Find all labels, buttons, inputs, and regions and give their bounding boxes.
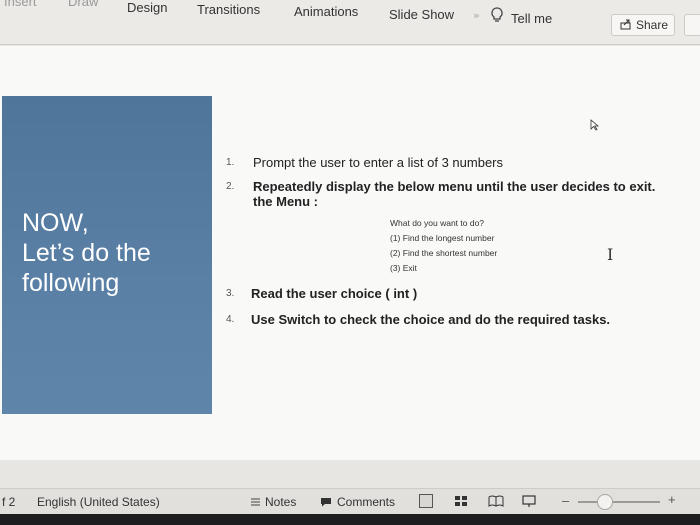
list-item-text: Repeatedly display the below menu until … — [253, 179, 656, 194]
menu-line: (1) Find the longest number — [390, 233, 495, 243]
title-line: NOW, — [22, 209, 89, 237]
tab-slide-show[interactable]: Slide Show — [389, 7, 454, 22]
tell-me-search[interactable]: Tell me — [511, 11, 552, 26]
list-number: 2. — [226, 181, 235, 192]
tab-design[interactable]: Design — [127, 0, 167, 15]
zoom-slider-thumb[interactable] — [597, 494, 613, 510]
list-number: 4. — [226, 314, 235, 325]
title-line: Let’s do the — [22, 239, 151, 267]
slide-sorter-icon[interactable] — [455, 496, 467, 506]
tab-animations[interactable]: Animations — [294, 4, 358, 19]
title-line: following — [22, 269, 120, 297]
menu-line: What do you want to do? — [390, 218, 485, 228]
list-item-text: Use Switch to check the choice and do th… — [251, 312, 611, 327]
status-bar: f 2 English (United States) Notes Commen… — [0, 488, 700, 515]
share-icon — [620, 19, 631, 30]
zoom-out-icon[interactable]: – — [562, 493, 569, 508]
list-item: Prompt the user to enter a list of 3 num… — [253, 154, 503, 172]
list-number: 1. — [226, 157, 235, 168]
text-cursor-icon: I — [607, 245, 614, 264]
tab-draw[interactable]: Draw — [68, 0, 98, 9]
tab-transitions[interactable]: Transitions — [197, 2, 260, 17]
chevron-double-right-icon[interactable]: » — [473, 9, 480, 22]
share-button[interactable]: Share — [611, 14, 675, 36]
comment-icon[interactable] — [320, 497, 332, 507]
lightbulb-icon[interactable] — [490, 7, 504, 23]
menu-line: (2) Find the shortest number — [390, 248, 498, 258]
notes-icon[interactable] — [250, 497, 261, 507]
menu-label: the Menu : — [253, 194, 318, 209]
title-panel: NOW, Let’s do the following — [2, 96, 212, 414]
reading-view-icon[interactable] — [488, 495, 504, 507]
ribbon: Insert Draw Design Transitions Animation… — [0, 0, 700, 45]
list-item: Use Switch to check the choice and do th… — [251, 311, 610, 329]
list-number: 3. — [226, 288, 235, 299]
zoom-slider-track[interactable] — [578, 501, 660, 503]
list-item: Read the user choice ( int ) — [251, 285, 417, 303]
tab-insert[interactable]: Insert — [4, 0, 37, 9]
notes-button[interactable]: Notes — [265, 495, 296, 509]
mouse-pointer-icon — [590, 119, 600, 131]
comments-button[interactable]: Comments — [337, 495, 395, 509]
language-indicator[interactable]: English (United States) — [37, 495, 160, 509]
normal-view-icon[interactable] — [419, 494, 433, 508]
list-item-text: Read the user choice ( int ) — [251, 286, 418, 301]
slideshow-icon[interactable] — [522, 495, 536, 508]
slide-title: NOW, Let’s do the following — [22, 208, 207, 298]
slide-canvas[interactable]: NOW, Let’s do the following I 1. Prompt … — [0, 46, 700, 460]
list-item-text: Prompt the user to enter a list of 3 num… — [253, 155, 504, 170]
comments-button[interactable] — [684, 14, 700, 36]
share-label: Share — [636, 18, 669, 32]
menu-line: (3) Exit — [390, 263, 417, 273]
screen-bezel — [0, 514, 700, 525]
zoom-in-icon[interactable]: + — [668, 492, 676, 507]
slide-number: f 2 — [2, 495, 16, 509]
